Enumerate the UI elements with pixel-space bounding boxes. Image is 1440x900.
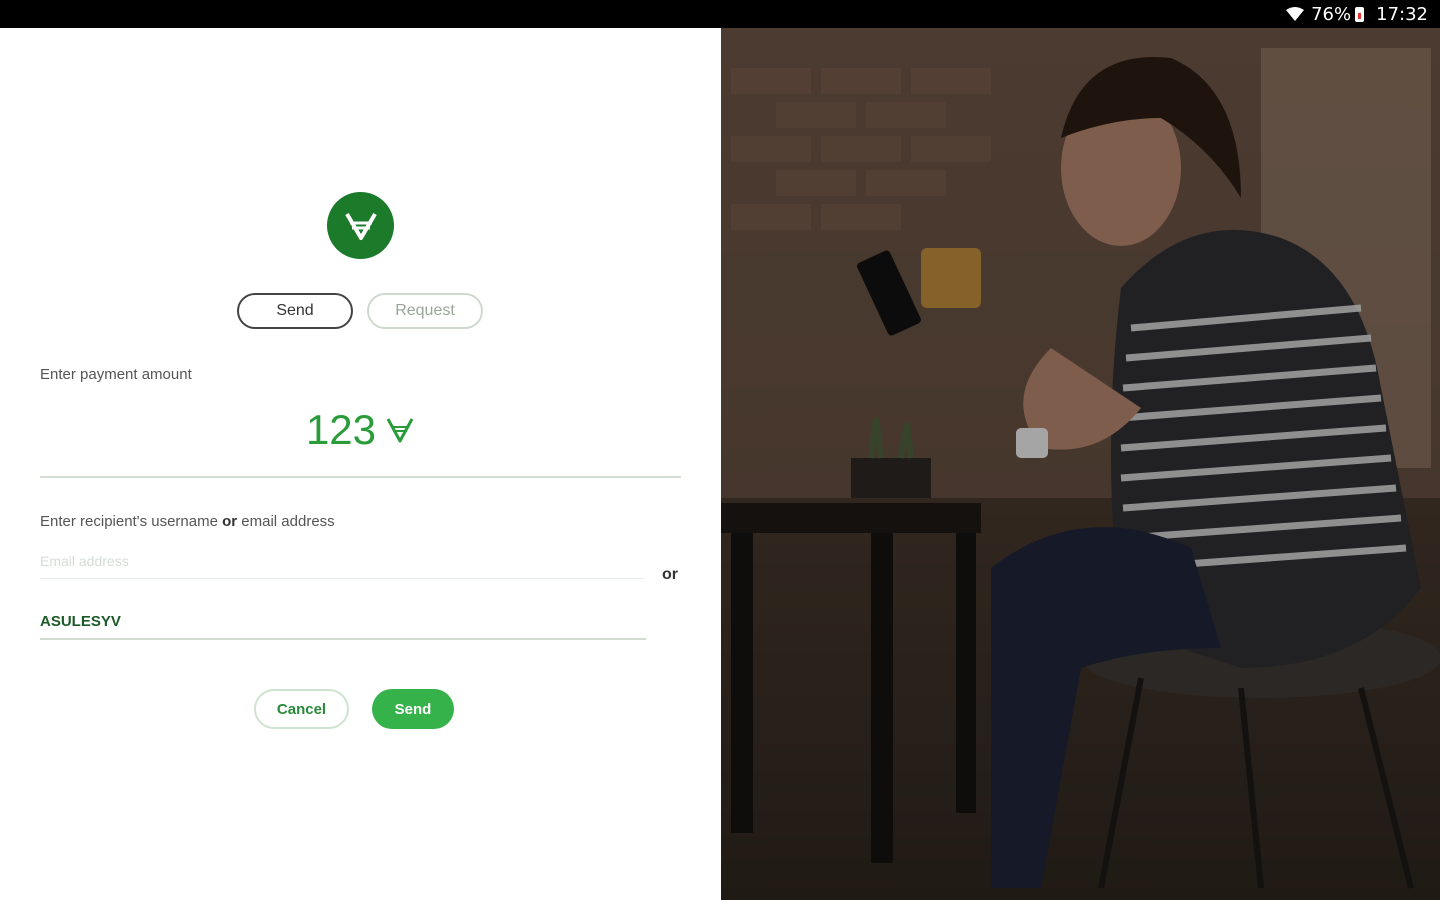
payment-amount-field[interactable]: 123: [0, 406, 720, 454]
amount-underline: [40, 476, 681, 478]
recipient-label: Enter recipient's username or email addr…: [40, 513, 335, 530]
currency-symbol-icon: [386, 417, 414, 443]
payment-amount-value: 123: [305, 406, 377, 453]
email-field[interactable]: [40, 544, 644, 579]
recipient-label-part2: email address: [237, 513, 335, 530]
status-bar: 76% 17:32: [0, 0, 1440, 28]
request-mode-button[interactable]: Request: [367, 293, 483, 329]
recipient-label-or: or: [222, 513, 238, 530]
payment-amount-label: Enter payment amount: [40, 366, 192, 383]
recipient-label-part1: Enter recipient's username: [40, 513, 223, 530]
wifi-icon: [1285, 6, 1305, 22]
username-field[interactable]: [40, 604, 646, 640]
hero-photo: [721, 28, 1440, 900]
battery-percent: 76%: [1311, 3, 1352, 25]
clock: 17:32: [1376, 3, 1428, 25]
cancel-button[interactable]: Cancel: [254, 689, 349, 729]
currency-logo-icon: [327, 192, 394, 259]
battery-icon: [1355, 6, 1365, 22]
or-separator: or: [662, 566, 678, 583]
send-payment-panel: Send Request Enter payment amount 123 En…: [0, 28, 720, 900]
send-mode-button[interactable]: Send: [237, 293, 353, 329]
send-button[interactable]: Send: [372, 689, 454, 729]
